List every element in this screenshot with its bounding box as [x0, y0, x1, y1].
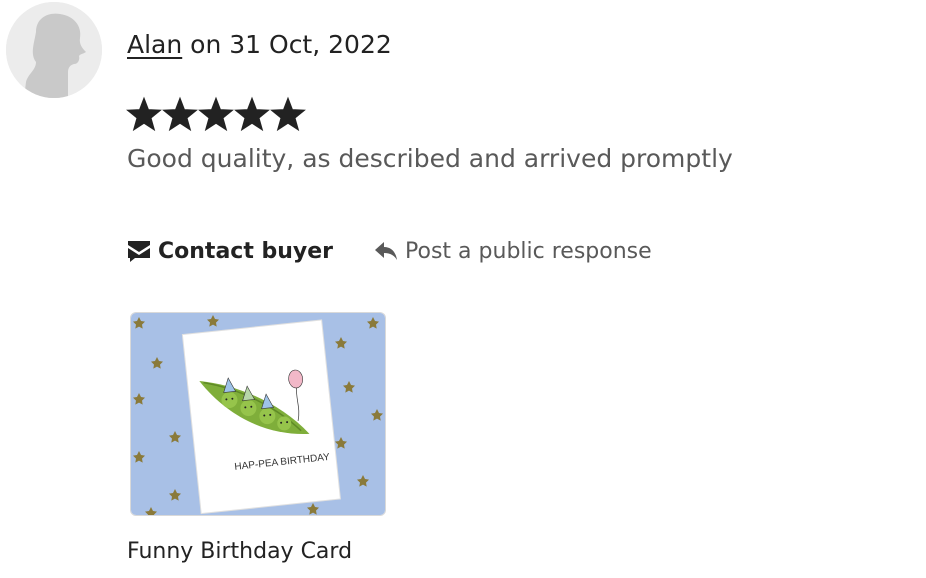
review-date: on 31 Oct, 2022 [182, 30, 392, 59]
reply-arrow-icon [373, 239, 399, 263]
star-icon [126, 96, 162, 132]
review-actions: Contact buyer Post a public response [126, 232, 652, 270]
post-public-response-button[interactable]: Post a public response [373, 239, 652, 264]
star-rating [126, 95, 306, 135]
contact-buyer-button[interactable]: Contact buyer [126, 238, 333, 264]
star-icon [270, 96, 306, 132]
product-title[interactable]: Funny Birthday Card [127, 536, 352, 568]
reviewer-name-link[interactable]: Alan [127, 30, 182, 59]
envelope-icon [126, 238, 152, 264]
post-public-response-label: Post a public response [405, 238, 652, 264]
star-icon [234, 96, 270, 132]
review-text: Good quality, as described and arrived p… [127, 144, 733, 173]
reviewer-avatar [6, 2, 102, 98]
star-icon [198, 96, 234, 132]
contact-buyer-label: Contact buyer [158, 238, 334, 264]
review-header: Alan on 31 Oct, 2022 [127, 28, 392, 62]
star-icon [162, 96, 198, 132]
product-thumbnail[interactable]: HAP-PEA BIRTHDAY [130, 312, 386, 516]
